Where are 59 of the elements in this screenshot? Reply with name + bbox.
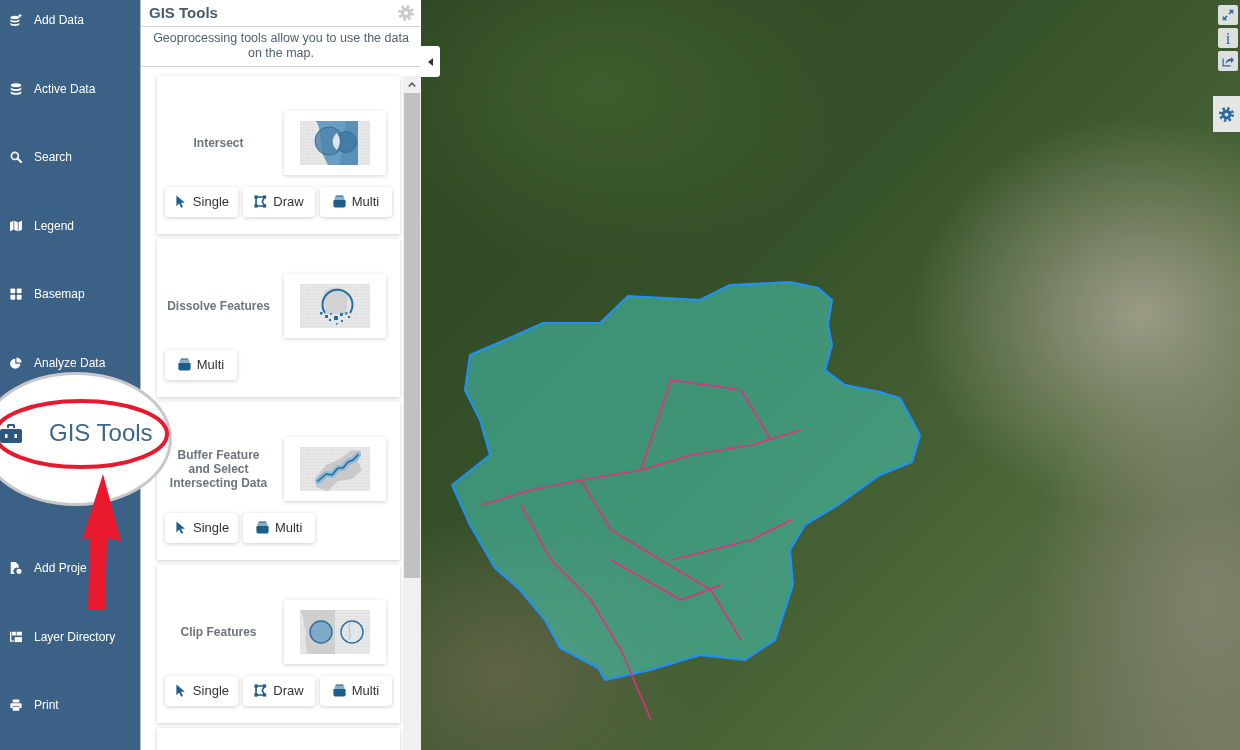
pie-chart-icon xyxy=(10,356,22,369)
multi-button[interactable]: Multi xyxy=(320,186,392,217)
cursor-icon xyxy=(174,684,187,698)
collapse-panel-button[interactable] xyxy=(421,46,440,77)
stack-icon xyxy=(332,684,346,698)
cursor-icon xyxy=(174,195,187,209)
grid-icon xyxy=(10,288,22,300)
tool-title: Buffer Feature and Select Intersecting Data xyxy=(168,447,269,490)
stack-icon xyxy=(332,195,346,209)
clip-diagram-drawing xyxy=(300,609,370,654)
map-settings-button[interactable] xyxy=(1213,96,1240,132)
stack-icon xyxy=(255,521,269,535)
tool-title: Intersect xyxy=(192,135,245,150)
multi-button[interactable]: Multi xyxy=(320,675,392,706)
printer-icon xyxy=(10,699,22,711)
multi-button[interactable]: Multi xyxy=(165,349,237,380)
panel-description: Geoprocessing tools allow you to use the data on the map. xyxy=(141,26,421,67)
sidebar-menu-item[interactable]: Legend xyxy=(10,217,75,234)
polygon-draw-icon xyxy=(254,684,268,698)
draw-button[interactable]: Draw xyxy=(243,675,315,706)
info-button[interactable]: i xyxy=(1218,28,1238,48)
multi-button[interactable]: Multi xyxy=(243,512,316,543)
expand-button[interactable] xyxy=(1218,5,1238,25)
folded-map-icon xyxy=(10,219,22,232)
share-button[interactable] xyxy=(1218,51,1238,71)
cursor-icon xyxy=(174,521,187,535)
sidebar-menu-item[interactable]: Active Data xyxy=(10,80,96,97)
scrollbar-thumb[interactable] xyxy=(404,92,420,578)
sidebar-menu-item[interactable]: Basemap xyxy=(10,286,85,302)
sidebar-menu-item[interactable]: Analyze Data xyxy=(10,354,106,371)
settings-icon xyxy=(1219,106,1234,122)
caret-up-icon xyxy=(408,81,416,87)
database-icon xyxy=(10,82,22,95)
sidebar-menu-item[interactable]: Search xyxy=(10,149,73,165)
dissolve-diagram-drawing xyxy=(300,283,370,328)
buffer-diagram-drawing xyxy=(300,446,370,491)
polygon-draw-icon xyxy=(254,195,268,209)
sidebar-menu-item[interactable]: Layer Directory xyxy=(10,628,116,645)
single-button[interactable]: Single xyxy=(165,186,238,217)
search-icon xyxy=(10,151,22,163)
draw-button[interactable]: Draw xyxy=(243,186,315,217)
intersect-diagram-drawing xyxy=(300,120,370,165)
database-plus-icon xyxy=(10,14,22,26)
single-button[interactable]: Single xyxy=(165,675,238,706)
caret-left-icon xyxy=(428,57,433,66)
tree-list-icon xyxy=(10,630,22,643)
sidebar-menu-item[interactable]: Print xyxy=(10,697,59,713)
panel-title: GIS Tools xyxy=(149,2,218,23)
sidebar-menu-item[interactable]: Add Proje xyxy=(10,560,87,576)
file-icon xyxy=(10,562,22,574)
single-button[interactable]: Single xyxy=(165,512,239,543)
stack-icon xyxy=(177,358,191,372)
tool-title: Dissolve Features xyxy=(166,298,271,313)
callout-label: GIS Tools xyxy=(49,421,153,445)
share-icon xyxy=(1222,55,1234,67)
expand-icon xyxy=(1222,9,1234,21)
scrollbar-track[interactable] xyxy=(403,75,421,750)
tool-title: Clip Features xyxy=(179,624,258,639)
sidebar-menu-item[interactable]: Add Data xyxy=(10,12,85,28)
